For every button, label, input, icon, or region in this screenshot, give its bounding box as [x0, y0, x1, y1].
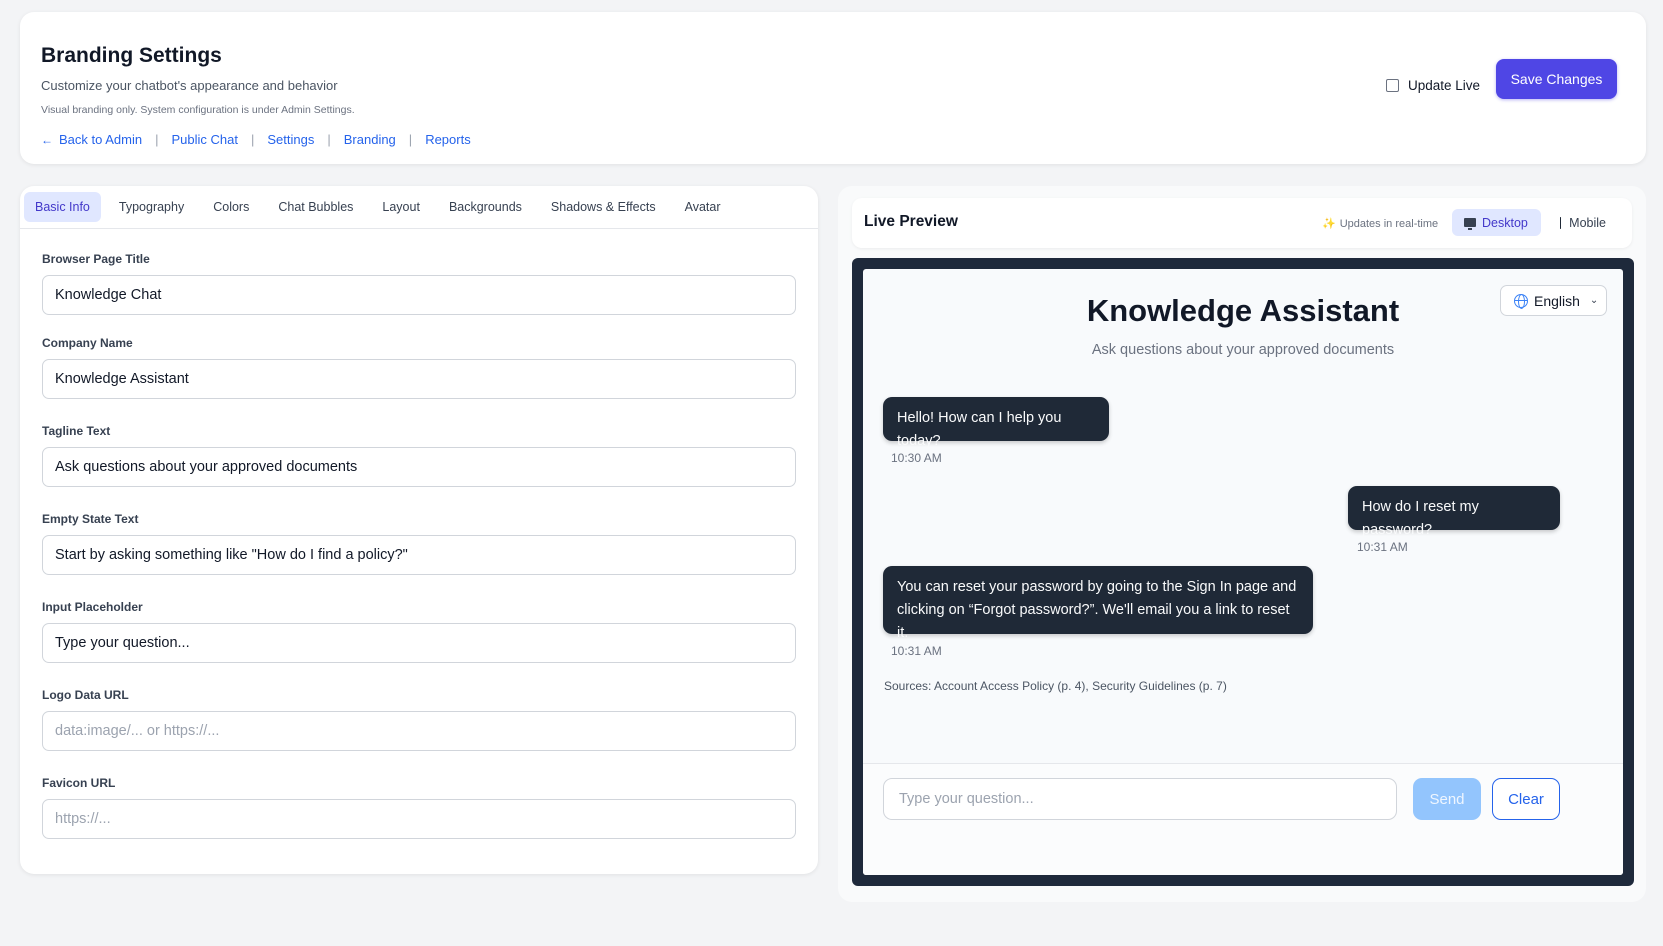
- chat-input-bar: Type your question... Send Clear: [863, 763, 1623, 875]
- field-label: Favicon URL: [42, 776, 116, 790]
- live-preview-panel: Live Preview ✨ Updates in real-time Desk…: [838, 186, 1646, 902]
- tab-backgrounds[interactable]: Backgrounds: [438, 192, 533, 222]
- input-placeholder-field: Input Placeholder Type your question...: [42, 600, 796, 663]
- preview-title: Live Preview: [864, 213, 958, 230]
- logo-data-url-field: Logo Data URL data:image/... or https://…: [42, 688, 796, 751]
- settings-tabs: Basic Info Typography Colors Chat Bubble…: [20, 186, 818, 229]
- mobile-preview-button[interactable]: Mobile: [1548, 209, 1618, 236]
- user-message: How do I reset my password?: [1348, 486, 1560, 538]
- message-timestamp: 10:31 AM: [1357, 540, 1408, 554]
- device-frame: Knowledge Assistant Ask questions about …: [852, 258, 1634, 886]
- link-separator: |: [155, 132, 159, 147]
- chat-preview: Knowledge Assistant Ask questions about …: [863, 269, 1623, 875]
- company-name-field: Company Name Knowledge Assistant: [42, 336, 796, 399]
- preview-header: Live Preview ✨ Updates in real-time Desk…: [852, 198, 1632, 248]
- field-label: Input Placeholder: [42, 600, 143, 614]
- favicon-url-field: Favicon URL https://...: [42, 776, 796, 839]
- empty-state-text-field: Empty State Text Start by asking somethi…: [42, 512, 796, 575]
- save-changes-button[interactable]: Save Changes: [1496, 59, 1617, 99]
- update-live-toggle[interactable]: Update Live: [1386, 78, 1480, 93]
- tagline-text-field: Tagline Text Ask questions about your ap…: [42, 424, 796, 487]
- update-live-label: Update Live: [1408, 78, 1481, 93]
- tab-chat-bubbles[interactable]: Chat Bubbles: [267, 192, 364, 222]
- preview-status-text: Updates in real-time: [1339, 217, 1439, 230]
- reports-link[interactable]: Reports: [425, 132, 471, 147]
- language-select[interactable]: English ⌄: [1500, 285, 1607, 316]
- tab-colors[interactable]: Colors: [202, 192, 260, 222]
- favicon-url-input[interactable]: https://...: [42, 799, 796, 839]
- chat-tagline: Ask questions about your approved docume…: [1091, 342, 1395, 358]
- assistant-message: Hello! How can I help you today?: [883, 397, 1109, 449]
- empty-state-text-input[interactable]: Start by asking something like "How do I…: [42, 535, 796, 575]
- page-subtitle: Customize your chatbot's appearance and …: [41, 78, 338, 93]
- field-label: Browser Page Title: [42, 252, 150, 266]
- mobile-label: Mobile: [1569, 215, 1606, 230]
- tab-shadows-effects[interactable]: Shadows & Effects: [540, 192, 667, 222]
- monitor-icon: [1464, 218, 1476, 230]
- language-value: English: [1534, 292, 1580, 309]
- field-label: Empty State Text: [42, 512, 139, 526]
- field-label: Logo Data URL: [42, 688, 129, 702]
- browser-page-title-field: Browser Page Title Knowledge Chat: [42, 252, 796, 315]
- link-separator: |: [250, 132, 255, 147]
- arrow-left-icon: ←: [41, 132, 53, 147]
- tagline-text-input[interactable]: Ask questions about your approved docume…: [42, 447, 796, 487]
- preview-status: ✨ Updates in real-time: [1322, 217, 1439, 231]
- page-note: Visual branding only. System configurati…: [41, 104, 355, 116]
- message-timestamp: 10:31 AM: [891, 644, 942, 658]
- tab-typography[interactable]: Typography: [108, 192, 195, 222]
- field-label: Tagline Text: [42, 424, 111, 438]
- send-button[interactable]: Send: [1413, 778, 1481, 820]
- globe-icon: [1514, 293, 1528, 309]
- logo-data-url-input[interactable]: data:image/... or https://...: [42, 711, 796, 751]
- link-separator: |: [408, 132, 413, 147]
- public-chat-link[interactable]: Public Chat: [172, 132, 238, 147]
- settings-panel: Basic Info Typography Colors Chat Bubble…: [20, 186, 818, 874]
- tab-layout[interactable]: Layout: [371, 192, 431, 222]
- branding-link[interactable]: Branding: [344, 132, 396, 147]
- message-sources: Sources: Account Access Policy (p. 4), S…: [884, 679, 1227, 693]
- tab-basic-info[interactable]: Basic Info: [24, 192, 101, 222]
- field-label: Company Name: [42, 336, 133, 350]
- settings-link[interactable]: Settings: [267, 132, 314, 147]
- back-to-admin-link[interactable]: Back to Admin: [59, 132, 142, 147]
- link-separator: |: [327, 132, 331, 147]
- desktop-preview-button[interactable]: Desktop: [1452, 209, 1541, 236]
- message-timestamp: 10:30 AM: [891, 451, 942, 465]
- chat-message-input[interactable]: Type your question...: [883, 778, 1397, 820]
- company-name-input[interactable]: Knowledge Assistant: [42, 359, 796, 399]
- tab-avatar[interactable]: Avatar: [674, 192, 732, 222]
- update-live-checkbox[interactable]: [1386, 79, 1399, 92]
- browser-page-title-input[interactable]: Knowledge Chat: [42, 275, 796, 315]
- header-card: Branding Settings Customize your chatbot…: [20, 12, 1646, 164]
- assistant-message: You can reset your password by going to …: [883, 566, 1313, 641]
- admin-nav-links: ← Back to Admin | Public Chat | Settings…: [41, 132, 471, 147]
- page-title: Branding Settings: [41, 44, 222, 67]
- desktop-label: Desktop: [1482, 215, 1528, 230]
- phone-icon: [1560, 216, 1562, 229]
- chevron-down-icon: ⌄: [1589, 295, 1599, 306]
- sparkle-icon: ✨: [1322, 218, 1336, 230]
- input-placeholder-input[interactable]: Type your question...: [42, 623, 796, 663]
- clear-button[interactable]: Clear: [1492, 778, 1560, 820]
